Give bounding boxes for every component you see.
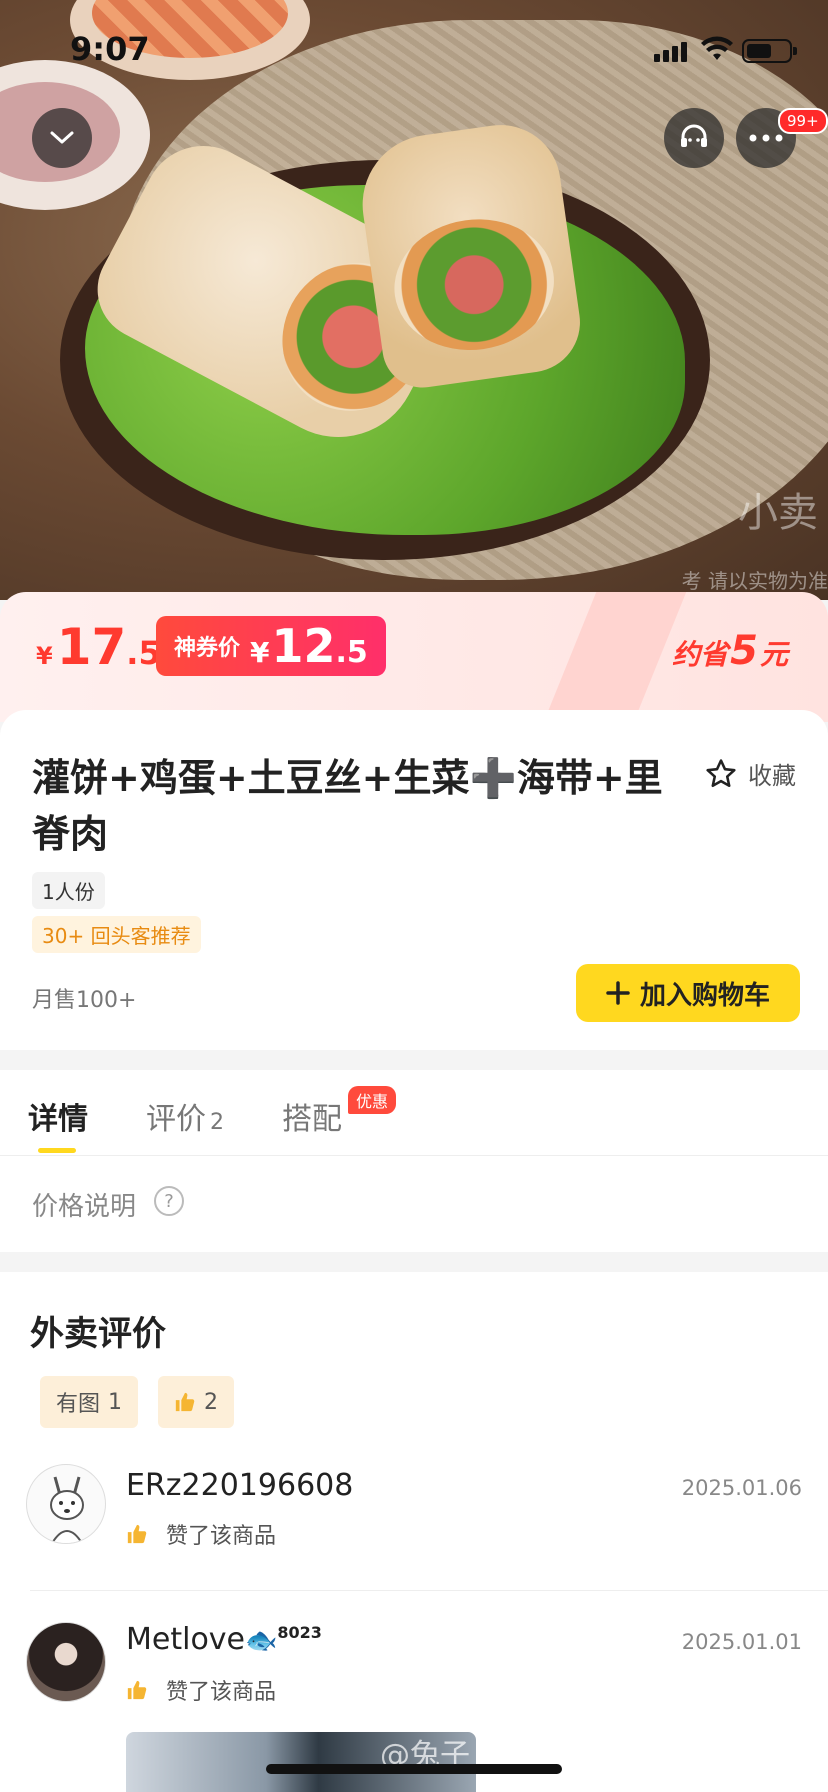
question-icon[interactable]: ?: [154, 1186, 184, 1216]
savings-text: 约省 5 元: [672, 628, 788, 674]
review-date: 2025.01.06: [681, 1476, 802, 1500]
reviews-section: 外卖评价 有图 1 2 ERz220196608 2025.01.06 赞了该商…: [0, 1272, 828, 1792]
review-date: 2025.01.01: [681, 1630, 802, 1654]
tab-combos-label: 搭配: [282, 1102, 342, 1137]
currency-symbol: ¥: [36, 642, 53, 670]
reviews-title: 外卖评价: [30, 1314, 166, 1354]
star-icon: [706, 758, 736, 787]
status-time: 9:07: [70, 30, 150, 68]
coupon-price-pill: 神券价 ¥ 12 .5: [156, 616, 386, 676]
review-text: 赞了该商品: [166, 1524, 277, 1549]
cellular-signal-icon: [654, 42, 687, 62]
repeat-customer-tag: 30+ 回头客推荐: [32, 916, 201, 953]
portion-tag: 1人份: [32, 872, 105, 909]
plus-icon: [606, 981, 630, 1005]
monthly-sales: 月售100+: [32, 988, 137, 1013]
tab-reviews[interactable]: 评价 2: [146, 1094, 224, 1138]
reviewer-name: ERz220196608: [126, 1468, 354, 1503]
lightning-decoration: [539, 592, 691, 722]
savings-prefix: 约省: [672, 638, 729, 671]
price-explanation-label: 价格说明: [32, 1192, 137, 1222]
thumbs-up-icon: [175, 1392, 195, 1412]
savings-suffix: 元: [759, 638, 788, 671]
review-liked: 赞了该商品: [126, 1674, 276, 1706]
customer-service-button[interactable]: [664, 108, 724, 168]
coupon-label: 神券价: [174, 636, 241, 661]
avatar[interactable]: [26, 1464, 106, 1544]
coupon-currency: ¥: [250, 636, 270, 669]
price-band: ¥ 17 .5 神券价 ¥ 12 .5 约省 5 元: [0, 592, 828, 722]
filter-with-photos[interactable]: 有图 1: [40, 1376, 139, 1428]
favorite-button[interactable]: 收藏: [704, 756, 796, 791]
review-text: 赞了该商品: [166, 1680, 277, 1705]
pancake-wrap-right: [353, 117, 587, 393]
reviewer-name: Metlove🐟8023: [126, 1622, 322, 1657]
kangaroo-avatar-icon: [50, 1476, 84, 1543]
battery-icon: [742, 39, 797, 63]
product-title: 灌饼+鸡蛋+土豆丝+生菜➕海带+里脊肉: [32, 756, 663, 856]
tab-details-label: 详情: [28, 1102, 88, 1137]
status-bar: 9:07: [0, 0, 828, 100]
coupon-price-dec: .5: [335, 635, 368, 670]
fish-emoji-icon: 🐟: [245, 1626, 278, 1656]
image-watermark-note: 考 请以实物为准: [681, 569, 828, 593]
detail-tabs: 详情 评价 2 搭配 优惠: [0, 1070, 828, 1156]
thumbs-up-icon: [127, 1524, 147, 1544]
collapse-button[interactable]: [32, 108, 92, 168]
price-explanation-row[interactable]: 价格说明 ?: [0, 1156, 828, 1252]
thumbs-up-icon: [127, 1680, 147, 1700]
reviewer-name-suffix: 8023: [277, 1623, 322, 1642]
tab-reviews-count: 2: [210, 1110, 224, 1135]
filter-likes[interactable]: 2: [158, 1376, 234, 1428]
savings-amount: 5: [730, 628, 758, 674]
chevron-down-icon: [50, 131, 74, 144]
reviewer-name-text: Metlove: [126, 1622, 246, 1657]
review-liked: 赞了该商品: [126, 1518, 276, 1550]
discount-badge: 优惠: [348, 1086, 397, 1114]
avatar[interactable]: [26, 1622, 106, 1702]
tab-combos[interactable]: 搭配: [282, 1094, 342, 1138]
add-to-cart-label: 加入购物车: [639, 980, 770, 1011]
filter-photos-count: 1: [108, 1389, 123, 1415]
review-divider: [30, 1590, 828, 1591]
notification-badge: 99+: [778, 108, 828, 134]
tab-reviews-label: 评价: [146, 1102, 206, 1137]
favorite-label: 收藏: [748, 762, 796, 790]
original-price-int: 17: [56, 618, 127, 676]
headset-icon: [681, 124, 707, 147]
wifi-icon: [701, 36, 733, 60]
active-tab-indicator: [38, 1148, 76, 1153]
more-dots-icon: [749, 134, 783, 142]
image-watermark: 小卖: [738, 490, 818, 536]
filter-photos-label: 有图: [56, 1392, 101, 1417]
coupon-price-int: 12: [271, 619, 336, 673]
filter-likes-count: 2: [204, 1389, 218, 1415]
home-indicator[interactable]: [266, 1764, 562, 1774]
product-card: 灌饼+鸡蛋+土豆丝+生菜➕海带+里脊肉 收藏 1人份 30+ 回头客推荐 月售1…: [0, 710, 828, 1050]
original-price: ¥ 17 .5: [36, 618, 161, 676]
tab-details[interactable]: 详情: [28, 1094, 88, 1138]
add-to-cart-button[interactable]: 加入购物车: [576, 964, 800, 1022]
